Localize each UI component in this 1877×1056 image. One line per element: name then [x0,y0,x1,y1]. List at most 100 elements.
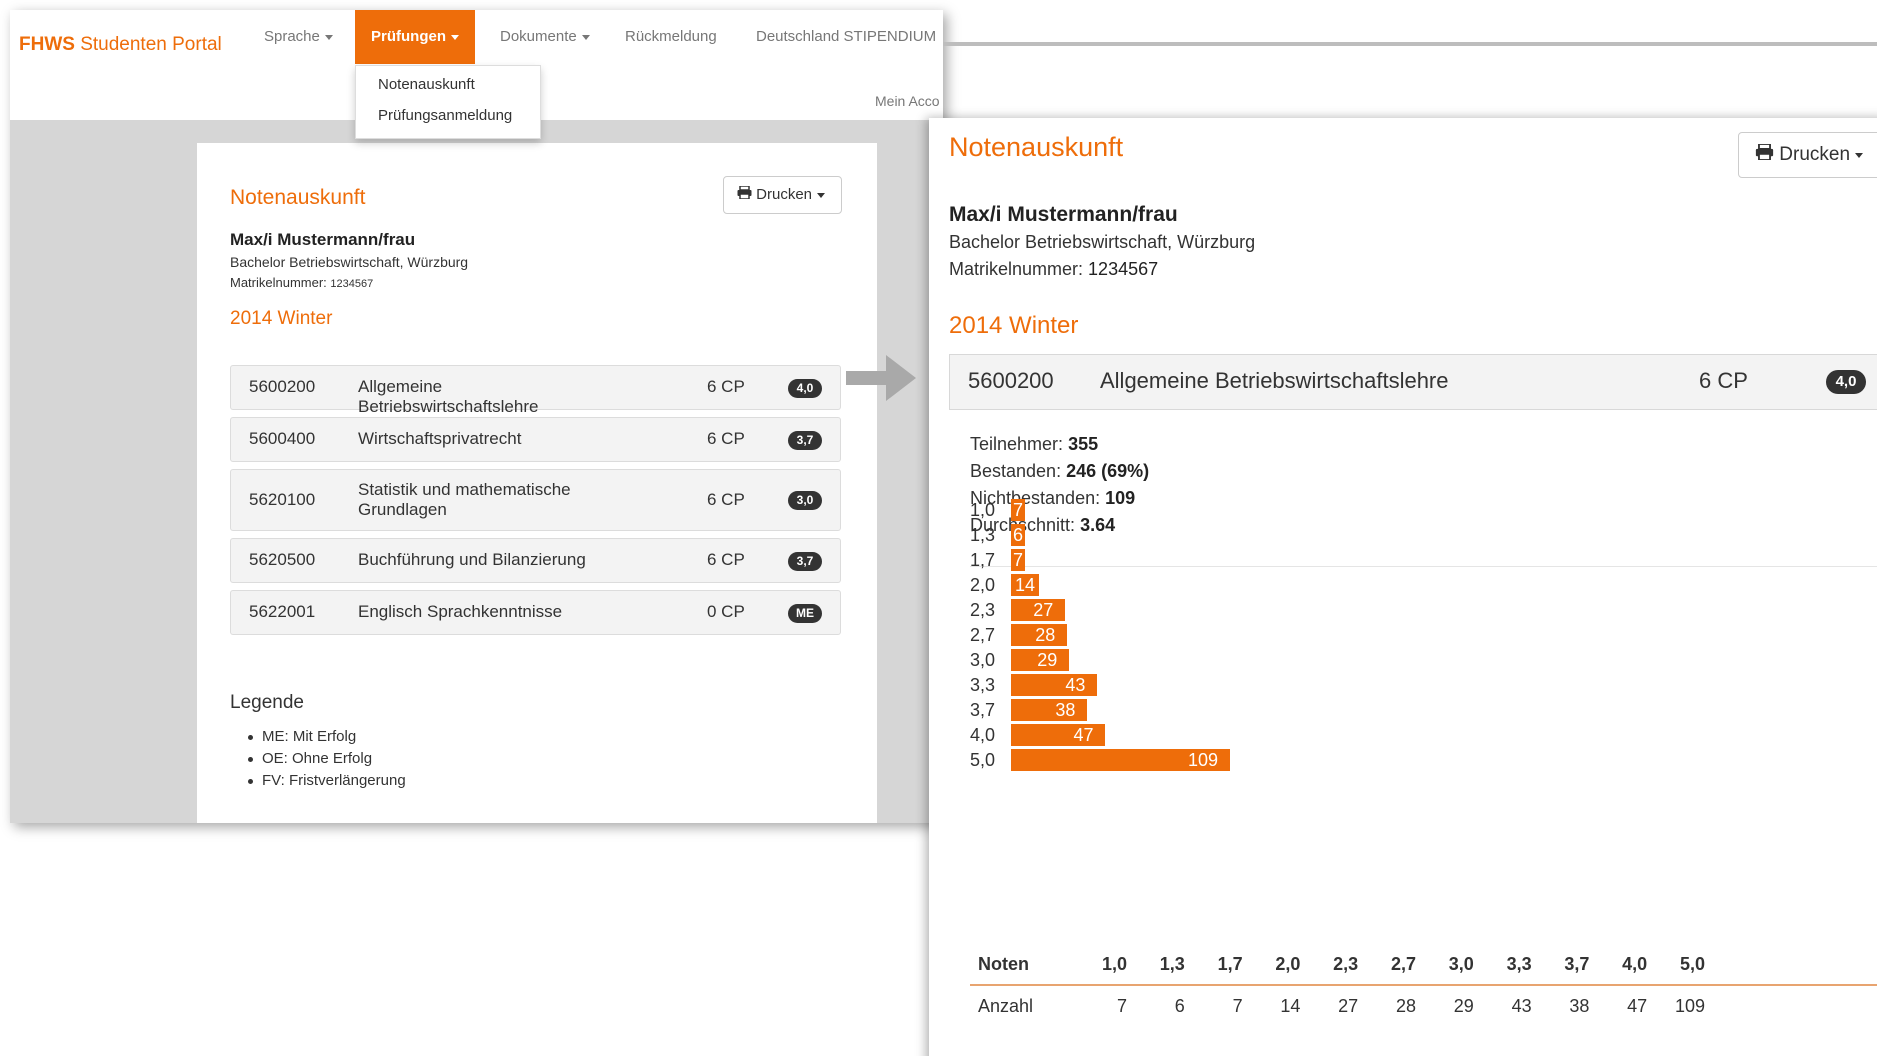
legend-title: Legende [230,692,304,713]
bar-label: 2,0 [970,575,996,595]
stat-teilnehmer: Teilnehmer: 355 [970,434,1099,454]
table-cell: 28 [1395,996,1416,1016]
detail-print-button[interactable]: Drucken [1738,132,1877,178]
bar-label: 1,7 [970,550,996,570]
menu-item-pruefungsanmeldung[interactable]: Prüfungsanmeldung [378,107,512,124]
nav-dokumente[interactable]: Dokumente [500,10,590,64]
table-header-cell: 5,0 [1679,954,1705,974]
table-cell: 7 [1116,996,1127,1016]
nav-account[interactable]: Mein Acco [875,93,940,109]
legend-list: ME: Mit Erfolg OE: Ohne Erfolg FV: Frist… [230,726,406,792]
bar-label: 4,0 [970,725,996,745]
table-cell: 38 [1569,996,1590,1016]
nav-deutschland-stipendium[interactable]: Deutschland STIPENDIUM [756,10,936,64]
nav-rueckmeldung[interactable]: Rückmeldung [625,10,717,64]
bar: 14 [1011,574,1040,596]
bar-label: 3,0 [970,650,996,670]
bar: 43 [1011,674,1098,696]
chevron-down-icon [451,34,459,40]
bar: 7 [1011,499,1026,521]
course-row[interactable]: 5622001 Englisch Sprachkenntnisse 0 CP M… [230,590,841,635]
table-header-cell: 1,3 [1159,954,1185,974]
printer-icon [737,177,752,213]
table-header-cell: 2,3 [1333,954,1359,974]
table-cell: 29 [1453,996,1474,1016]
grade-card: Notenauskunft Drucken Max/i Mustermann/f… [197,143,877,823]
table-row-label: Anzahl [978,996,1034,1016]
detail-student-program: Bachelor Betriebswirtschaft, Würzburg [949,232,1256,252]
brand-logo[interactable]: FHWS Studenten Portal [19,34,222,56]
student-program: Bachelor Betriebswirtschaft, Würzburg [230,254,469,270]
bar: 28 [1011,624,1068,646]
legend-item: FV: Fristverlängerung [230,770,406,792]
chevron-down-icon [1855,152,1864,158]
legend-item: ME: Mit Erfolg [230,726,406,748]
student-name: Max/i Mustermann/frau [230,230,416,249]
bar: 29 [1011,649,1070,671]
course-row[interactable]: 5620100 Statistik und mathematische Grun… [230,469,841,531]
course-detail-header[interactable]: 5600200 Allgemeine Betriebswirtschaftsle… [949,354,1877,410]
table-cell: 14 [1280,996,1301,1016]
table-cell: 43 [1511,996,1532,1016]
page-title: Notenauskunft [230,186,366,209]
table-header-cell: 3,3 [1506,954,1532,974]
course-row[interactable]: 5600200 Allgemeine Betriebswirtschaftsle… [230,365,841,416]
grade-badge: 3,0 [788,491,822,510]
detail-student-name: Max/i Mustermann/frau [949,203,1178,226]
student-matrikel: Matrikelnummer: 1234567 [230,275,374,290]
bar: 109 [1011,749,1231,771]
portal-window: FHWS Studenten Portal Sprache Prüfungen … [10,10,943,823]
divider [970,566,1877,567]
chevron-down-icon [324,34,333,40]
legend-item: OE: Ohne Erfolg [230,748,406,770]
table-header-cell: 3,0 [1448,954,1474,974]
table-header-cell: 2,7 [1390,954,1416,974]
detail-title: Notenauskunft [949,132,1124,162]
detail-student-matrikel: Matrikelnummer: 1234567 [949,259,1159,279]
semester-heading: 2014 Winter [230,308,333,329]
bar: 27 [1011,599,1066,621]
table-header-cell: 1,7 [1217,954,1243,974]
printer-icon [1755,133,1774,177]
grade-badge: 4,0 [788,379,822,398]
bar-label: 3,7 [970,700,996,720]
divider-line [943,42,1877,46]
chevron-down-icon [817,192,826,198]
arrow-right-icon [846,355,916,406]
table-row: Anzahl 7 6 7 14 27 28 29 43 38 47 109 [970,986,1877,1026]
table-header-cell: 1,0 [1101,954,1127,974]
menu-item-notenauskunft[interactable]: Notenauskunft [378,76,475,93]
table-cell: 7 [1232,996,1243,1016]
nav-pruefungen[interactable]: Prüfungen [355,10,475,64]
table-cell: 47 [1627,996,1648,1016]
bar: 6 [1011,524,1025,546]
table-header-row: Noten 1,0 1,3 1,7 2,0 2,3 2,7 3,0 3,3 3,7 4,0 5,0 [970,944,1877,984]
table-cell: 109 [1674,996,1705,1016]
bar-label: 5,0 [970,750,996,770]
detail-semester-heading: 2014 Winter [949,312,1079,339]
grade-badge: 3,7 [788,552,822,571]
pruefungen-dropdown-menu: Notenauskunft Prüfungsanmeldung [355,65,541,139]
table-header-cell: 4,0 [1622,954,1648,974]
grade-badge: ME [788,604,822,623]
bar-label: 2,3 [970,600,996,620]
bar-label: 3,3 [970,675,996,695]
nav-sprache[interactable]: Sprache [264,10,333,64]
table-header-noten: Noten [978,954,1029,974]
chevron-down-icon [581,34,590,40]
course-row[interactable]: 5620500 Buchführung und Bilanzierung 6 C… [230,538,841,583]
grade-detail-panel: Notenauskunft Drucken Max/i Mustermann/f… [929,118,1877,1056]
bar: 7 [1011,549,1026,571]
bar: 38 [1011,699,1088,721]
course-row[interactable]: 5600400 Wirtschaftsprivatrecht 6 CP 3,7 [230,417,841,462]
table-header-cell: 2,0 [1275,954,1301,974]
table-cell: 27 [1338,996,1359,1016]
bar-label: 1,0 [970,500,996,520]
table-cell: 6 [1174,996,1185,1016]
bar: 47 [1011,724,1106,746]
grade-badge: 3,7 [788,431,822,450]
bar-label: 1,3 [970,525,996,545]
screenshot-root: FHWS Studenten Portal Sprache Prüfungen … [0,0,1877,1056]
print-button[interactable]: Drucken [723,176,842,214]
table-header-cell: 3,7 [1564,954,1590,974]
